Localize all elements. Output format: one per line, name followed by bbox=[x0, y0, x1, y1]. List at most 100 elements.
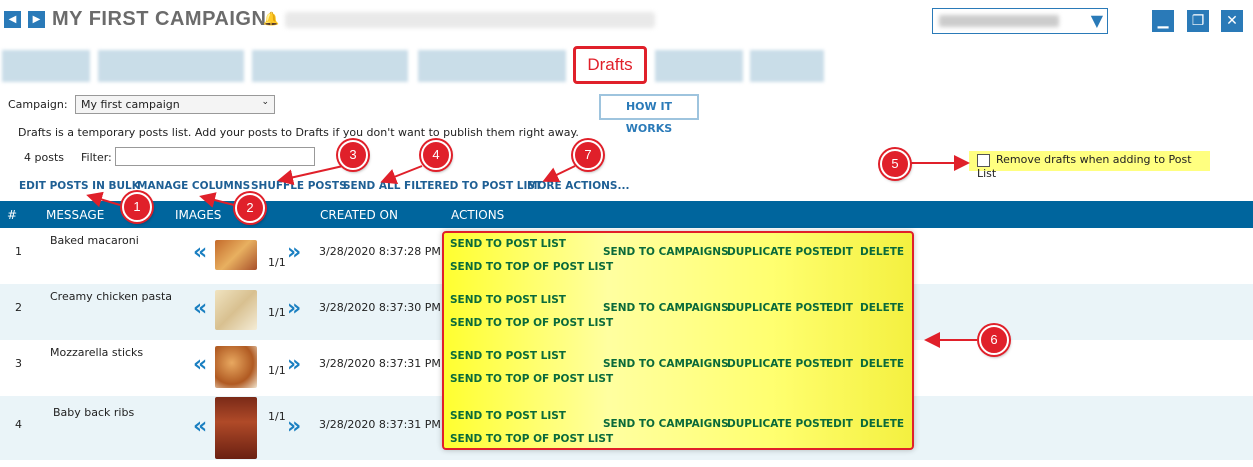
remove-drafts-checkbox[interactable] bbox=[977, 153, 990, 167]
tab-drafts[interactable]: Drafts bbox=[573, 46, 647, 84]
image-thumbnail[interactable] bbox=[215, 240, 257, 270]
header-actions[interactable]: ACTIONS bbox=[451, 208, 504, 222]
next-image-icon[interactable]: » bbox=[287, 414, 301, 439]
prev-campaign-icon[interactable]: ◀ bbox=[4, 11, 21, 28]
callout-badge-7: 7 bbox=[573, 140, 603, 170]
send-to-top-link[interactable]: SEND TO TOP OF POST LIST bbox=[450, 433, 613, 445]
callout-badge-2: 2 bbox=[235, 193, 265, 223]
send-all-filtered-link[interactable]: SEND ALL FILTERED TO POST LIST bbox=[343, 180, 542, 192]
image-counter: 1/1 bbox=[268, 410, 286, 423]
header-images[interactable]: IMAGES bbox=[175, 208, 221, 222]
tab-blurred-6[interactable] bbox=[750, 50, 824, 82]
duplicate-post-link[interactable]: DUPLICATE POST bbox=[727, 418, 827, 430]
row-message[interactable]: Mozzarella sticks bbox=[50, 346, 143, 359]
header-number[interactable]: # bbox=[7, 208, 17, 222]
duplicate-post-link[interactable]: DUPLICATE POST bbox=[727, 358, 827, 370]
delete-link[interactable]: DELETE bbox=[860, 246, 904, 258]
tab-blurred-3[interactable] bbox=[252, 50, 408, 82]
manage-columns-link[interactable]: MANAGE COLUMNS bbox=[137, 180, 250, 192]
account-select[interactable]: ▼ bbox=[932, 8, 1108, 34]
row-created-on: 3/28/2020 8:37:28 PM bbox=[319, 245, 441, 258]
send-to-top-link[interactable]: SEND TO TOP OF POST LIST bbox=[450, 261, 613, 273]
bell-icon[interactable]: 🔔 bbox=[263, 12, 279, 27]
row-number: 4 bbox=[15, 418, 22, 431]
image-thumbnail[interactable] bbox=[215, 397, 257, 459]
next-image-icon[interactable]: » bbox=[287, 296, 301, 321]
image-counter: 1/1 bbox=[268, 306, 286, 319]
blurred-account bbox=[939, 15, 1059, 27]
callout-badge-6: 6 bbox=[979, 325, 1009, 355]
edit-link[interactable]: EDIT bbox=[826, 246, 853, 258]
send-to-post-list-link[interactable]: SEND TO POST LIST bbox=[450, 238, 566, 250]
remove-drafts-label: Remove drafts when adding to Post List bbox=[977, 153, 1192, 180]
edit-link[interactable]: EDIT bbox=[826, 358, 853, 370]
delete-link[interactable]: DELETE bbox=[860, 358, 904, 370]
image-counter: 1/1 bbox=[268, 364, 286, 377]
duplicate-post-link[interactable]: DUPLICATE POST bbox=[727, 302, 827, 314]
image-counter: 1/1 bbox=[268, 256, 286, 269]
prev-image-icon[interactable]: « bbox=[193, 352, 207, 377]
callout-arrow-7 bbox=[542, 165, 576, 182]
row-number: 1 bbox=[15, 245, 22, 258]
row-created-on: 3/28/2020 8:37:30 PM bbox=[319, 301, 441, 314]
image-thumbnail[interactable] bbox=[215, 346, 257, 388]
campaign-value: My first campaign bbox=[81, 98, 180, 111]
send-to-post-list-link[interactable]: SEND TO POST LIST bbox=[450, 350, 566, 362]
prev-image-icon[interactable]: « bbox=[193, 296, 207, 321]
send-to-post-list-link[interactable]: SEND TO POST LIST bbox=[450, 294, 566, 306]
send-to-post-list-link[interactable]: SEND TO POST LIST bbox=[450, 410, 566, 422]
callout-arrow-3 bbox=[277, 165, 344, 186]
tab-bar: Drafts bbox=[0, 46, 1253, 86]
minimize-icon[interactable]: ▁ bbox=[1152, 10, 1174, 32]
edit-link[interactable]: EDIT bbox=[826, 302, 853, 314]
duplicate-post-link[interactable]: DUPLICATE POST bbox=[727, 246, 827, 258]
send-to-campaigns-link[interactable]: SEND TO CAMPAIGNS bbox=[603, 358, 729, 370]
more-actions-link[interactable]: MORE ACTIONS... bbox=[527, 180, 629, 192]
callout-badge-3: 3 bbox=[338, 140, 368, 170]
blurred-notification bbox=[285, 12, 655, 28]
close-icon[interactable]: ✕ bbox=[1221, 10, 1243, 32]
filter-input[interactable] bbox=[115, 147, 315, 166]
next-image-icon[interactable]: » bbox=[287, 352, 301, 377]
tab-blurred-5[interactable] bbox=[655, 50, 743, 82]
restore-icon[interactable]: ❐ bbox=[1187, 10, 1209, 32]
send-to-campaigns-link[interactable]: SEND TO CAMPAIGNS bbox=[603, 302, 729, 314]
campaign-select[interactable]: My first campaign ⌄ bbox=[75, 95, 275, 114]
delete-link[interactable]: DELETE bbox=[860, 302, 904, 314]
row-message[interactable]: Baby back ribs bbox=[53, 406, 134, 419]
callout-badge-4: 4 bbox=[421, 140, 451, 170]
how-it-works-button[interactable]: HOW IT WORKS bbox=[599, 94, 699, 135]
prev-image-icon[interactable]: « bbox=[193, 414, 207, 439]
send-to-top-link[interactable]: SEND TO TOP OF POST LIST bbox=[450, 317, 613, 329]
row-created-on: 3/28/2020 8:37:31 PM bbox=[319, 357, 441, 370]
shuffle-posts-link[interactable]: SHUFFLE POSTS bbox=[251, 180, 347, 192]
remove-drafts-option[interactable]: Remove drafts when adding to Post List bbox=[969, 151, 1210, 180]
edit-link[interactable]: EDIT bbox=[826, 418, 853, 430]
campaign-label: Campaign: bbox=[8, 98, 68, 111]
row-number: 2 bbox=[15, 301, 22, 314]
send-to-campaigns-link[interactable]: SEND TO CAMPAIGNS bbox=[603, 246, 729, 258]
row-message[interactable]: Creamy chicken pasta bbox=[50, 290, 172, 303]
prev-image-icon[interactable]: « bbox=[193, 240, 207, 265]
tab-blurred-1[interactable] bbox=[2, 50, 90, 82]
row-number: 3 bbox=[15, 357, 22, 370]
row-created-on: 3/28/2020 8:37:31 PM bbox=[319, 418, 441, 431]
send-to-top-link[interactable]: SEND TO TOP OF POST LIST bbox=[450, 373, 613, 385]
callout-badge-1: 1 bbox=[122, 192, 152, 222]
post-count: 4 posts bbox=[24, 151, 64, 164]
image-thumbnail[interactable] bbox=[215, 290, 257, 330]
next-campaign-icon[interactable]: ▶ bbox=[28, 11, 45, 28]
tab-blurred-4[interactable] bbox=[418, 50, 566, 82]
tab-blurred-2[interactable] bbox=[98, 50, 244, 82]
delete-link[interactable]: DELETE bbox=[860, 418, 904, 430]
top-bar: ◀ ▶ MY FIRST CAMPAIGN 🔔 ▼ ▁ ❐ ✕ bbox=[0, 0, 1253, 44]
page-title: MY FIRST CAMPAIGN bbox=[52, 8, 267, 30]
drafts-description: Drafts is a temporary posts list. Add yo… bbox=[18, 126, 579, 139]
header-created-on[interactable]: CREATED ON bbox=[320, 208, 398, 222]
edit-posts-in-bulk-link[interactable]: EDIT POSTS IN BULK bbox=[19, 180, 140, 192]
filter-label: Filter: bbox=[81, 151, 112, 164]
header-message[interactable]: MESSAGE bbox=[46, 208, 104, 222]
send-to-campaigns-link[interactable]: SEND TO CAMPAIGNS bbox=[603, 418, 729, 430]
row-message[interactable]: Baked macaroni bbox=[50, 234, 139, 247]
next-image-icon[interactable]: » bbox=[287, 240, 301, 265]
